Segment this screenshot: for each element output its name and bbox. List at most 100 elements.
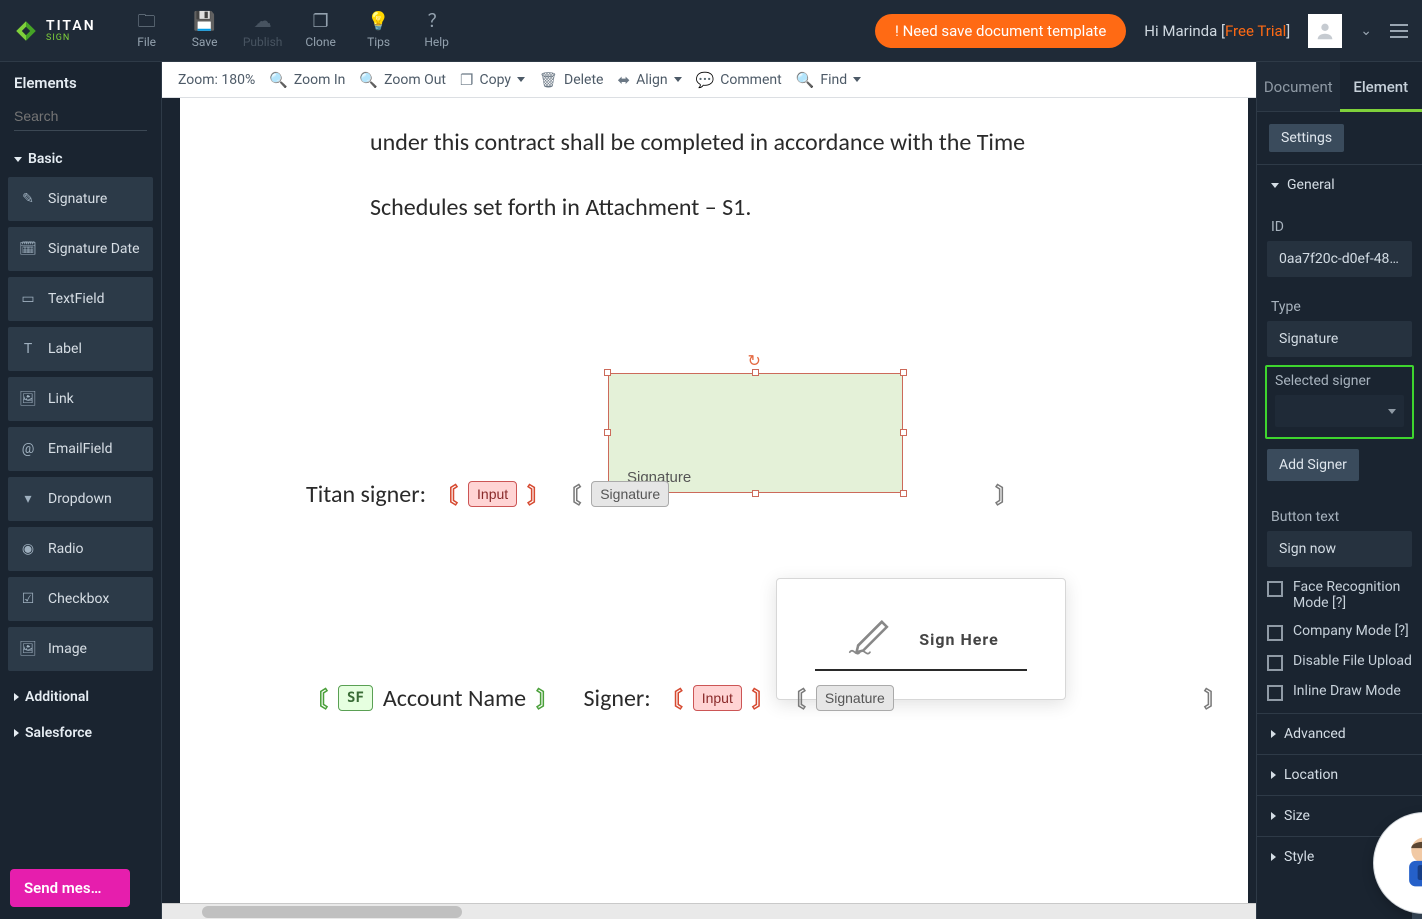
menu-help[interactable]: ？Help xyxy=(408,0,466,61)
caret-right-icon xyxy=(1271,730,1276,738)
settings-pill[interactable]: Settings xyxy=(1269,124,1344,152)
menu-file[interactable]: 🗀File xyxy=(118,0,176,61)
button-text-label: Button text xyxy=(1257,495,1422,531)
bracket-open-icon: 〘 xyxy=(436,478,458,510)
signer-label: Signer: xyxy=(584,684,651,713)
section-advanced[interactable]: Advanced xyxy=(1257,714,1422,754)
bracket-close-icon: 〙 xyxy=(995,478,1017,510)
delete-button[interactable]: 🗑Delete xyxy=(539,71,604,89)
copy-button[interactable]: ❐Copy xyxy=(460,71,525,89)
left-sidebar: Elements 🔍 Basic ✎Signature 🗓Signature D… xyxy=(0,62,162,919)
right-tabs: Document Element xyxy=(1257,62,1422,112)
at-icon: @ xyxy=(18,441,38,457)
caret-right-icon xyxy=(1271,853,1276,861)
canvas[interactable]: under this contract shall be completed i… xyxy=(162,98,1256,919)
top-right: ! Need save document template Hi Marinda… xyxy=(875,0,1422,61)
caret-right-icon xyxy=(14,729,19,737)
palette-link[interactable]: 🖼Link xyxy=(8,377,153,421)
send-message-button[interactable]: Send mes… xyxy=(10,869,130,907)
section-general[interactable]: General xyxy=(1257,165,1422,205)
caret-right-icon xyxy=(1271,771,1276,779)
palette-signature[interactable]: ✎Signature xyxy=(8,177,153,221)
menu-tips[interactable]: 💡Tips xyxy=(350,0,408,61)
find-button[interactable]: 🔍Find xyxy=(796,71,861,89)
palette-image[interactable]: 🖼Image xyxy=(8,627,153,671)
checkbox-icon[interactable] xyxy=(1267,625,1283,641)
horizontal-scrollbar[interactable] xyxy=(162,903,1256,919)
signature-fill[interactable]: Signature xyxy=(608,373,903,493)
signature-pill[interactable]: Signature xyxy=(591,481,669,507)
right-panel: Document Element Settings General ID 0aa… xyxy=(1256,62,1422,919)
zoom-out-button[interactable]: 🔍Zoom Out xyxy=(359,71,446,89)
search-input-wrap[interactable]: 🔍 xyxy=(14,104,147,131)
palette-label[interactable]: TLabel xyxy=(8,327,153,371)
add-signer-button[interactable]: Add Signer xyxy=(1267,449,1359,481)
palette-radio[interactable]: ◉Radio xyxy=(8,527,153,571)
check-company-mode[interactable]: Company Mode [?] xyxy=(1267,623,1412,641)
input-pill[interactable]: Input xyxy=(468,481,517,507)
zoom-in-button[interactable]: 🔍Zoom In xyxy=(269,71,345,89)
menu-clone[interactable]: ❐Clone xyxy=(292,0,350,61)
document-page[interactable]: under this contract shall be completed i… xyxy=(180,98,1248,903)
document-toolbar: Zoom: 180% 🔍Zoom In 🔍Zoom Out ❐Copy 🗑Del… xyxy=(162,62,1256,98)
palette-signature-date[interactable]: 🗓Signature Date xyxy=(8,227,153,271)
search-icon: 🔍 xyxy=(796,71,815,89)
caret-down-icon xyxy=(1271,183,1279,188)
hamburger-menu-icon[interactable] xyxy=(1390,24,1408,38)
sf-pill[interactable]: SF xyxy=(338,685,373,711)
avatar[interactable] xyxy=(1308,14,1342,48)
brand-logo[interactable]: TITAN SIGN xyxy=(0,0,118,61)
palette-dropdown[interactable]: ▾Dropdown xyxy=(8,477,153,521)
selected-signature-element[interactable]: ↻ Signature xyxy=(608,373,903,493)
input-pill[interactable]: Input xyxy=(693,685,742,711)
tab-element[interactable]: Element xyxy=(1340,62,1422,111)
caret-right-icon xyxy=(1271,812,1276,820)
textfield-icon: ▭ xyxy=(18,291,38,307)
resize-handle[interactable] xyxy=(604,369,611,376)
checkbox-icon[interactable] xyxy=(1267,581,1283,597)
save-icon: 💾 xyxy=(193,13,215,31)
bracket-open-icon: 〘 xyxy=(306,682,328,714)
zoom-indicator[interactable]: Zoom: 180% xyxy=(178,72,255,88)
checkbox-group: Face Recognition Mode [?] Company Mode [… xyxy=(1257,575,1422,713)
copy-icon: ❐ xyxy=(460,71,473,89)
id-label: ID xyxy=(1257,205,1422,241)
comment-button[interactable]: 💬Comment xyxy=(696,71,782,89)
need-save-button[interactable]: ! Need save document template xyxy=(875,14,1126,48)
left-title: Elements xyxy=(0,62,161,102)
checkbox-icon[interactable] xyxy=(1267,655,1283,671)
bracket-close-icon: 〙 xyxy=(752,682,774,714)
menu-save[interactable]: 💾Save xyxy=(176,0,234,61)
section-location[interactable]: Location xyxy=(1257,755,1422,795)
scrollbar-thumb[interactable] xyxy=(202,906,462,918)
button-text-value[interactable]: Sign now xyxy=(1267,531,1412,567)
checkbox-icon[interactable] xyxy=(1267,685,1283,701)
titan-signer-row: Titan signer: 〘 Input 〙 〘 Signature 〙 xyxy=(306,478,1017,510)
resize-handle[interactable] xyxy=(752,369,759,376)
palette-checkbox[interactable]: ☑Checkbox xyxy=(8,577,153,621)
palette-emailfield[interactable]: @EmailField xyxy=(8,427,153,471)
tab-document[interactable]: Document xyxy=(1257,62,1340,111)
rotate-handle-icon[interactable]: ↻ xyxy=(748,351,761,370)
resize-handle[interactable] xyxy=(900,429,907,436)
check-disable-upload[interactable]: Disable File Upload xyxy=(1267,653,1412,671)
resize-handle[interactable] xyxy=(900,369,907,376)
bracket-open-icon: 〘 xyxy=(559,478,581,510)
signature-pill[interactable]: Signature xyxy=(816,685,894,711)
resize-handle[interactable] xyxy=(604,429,611,436)
menu-publish[interactable]: ☁Publish xyxy=(234,0,292,61)
check-inline-draw[interactable]: Inline Draw Mode xyxy=(1267,683,1412,701)
palette-textfield[interactable]: ▭TextField xyxy=(8,277,153,321)
selected-signer-select[interactable] xyxy=(1275,395,1404,427)
top-actions: 🗀File 💾Save ☁Publish ❐Clone 💡Tips ？Help xyxy=(118,0,466,61)
check-face-recognition[interactable]: Face Recognition Mode [?] xyxy=(1267,579,1412,611)
clone-icon: ❐ xyxy=(313,13,329,31)
signature-icon xyxy=(843,615,897,663)
zoom-out-icon: 🔍 xyxy=(359,71,378,89)
group-additional[interactable]: Additional xyxy=(0,679,161,715)
group-basic[interactable]: Basic xyxy=(0,141,161,177)
top-bar: TITAN SIGN 🗀File 💾Save ☁Publish ❐Clone 💡… xyxy=(0,0,1422,62)
align-button[interactable]: ⬌Align xyxy=(617,71,681,89)
group-salesforce[interactable]: Salesforce xyxy=(0,715,161,751)
chevron-down-icon[interactable]: ⌄ xyxy=(1360,23,1372,39)
